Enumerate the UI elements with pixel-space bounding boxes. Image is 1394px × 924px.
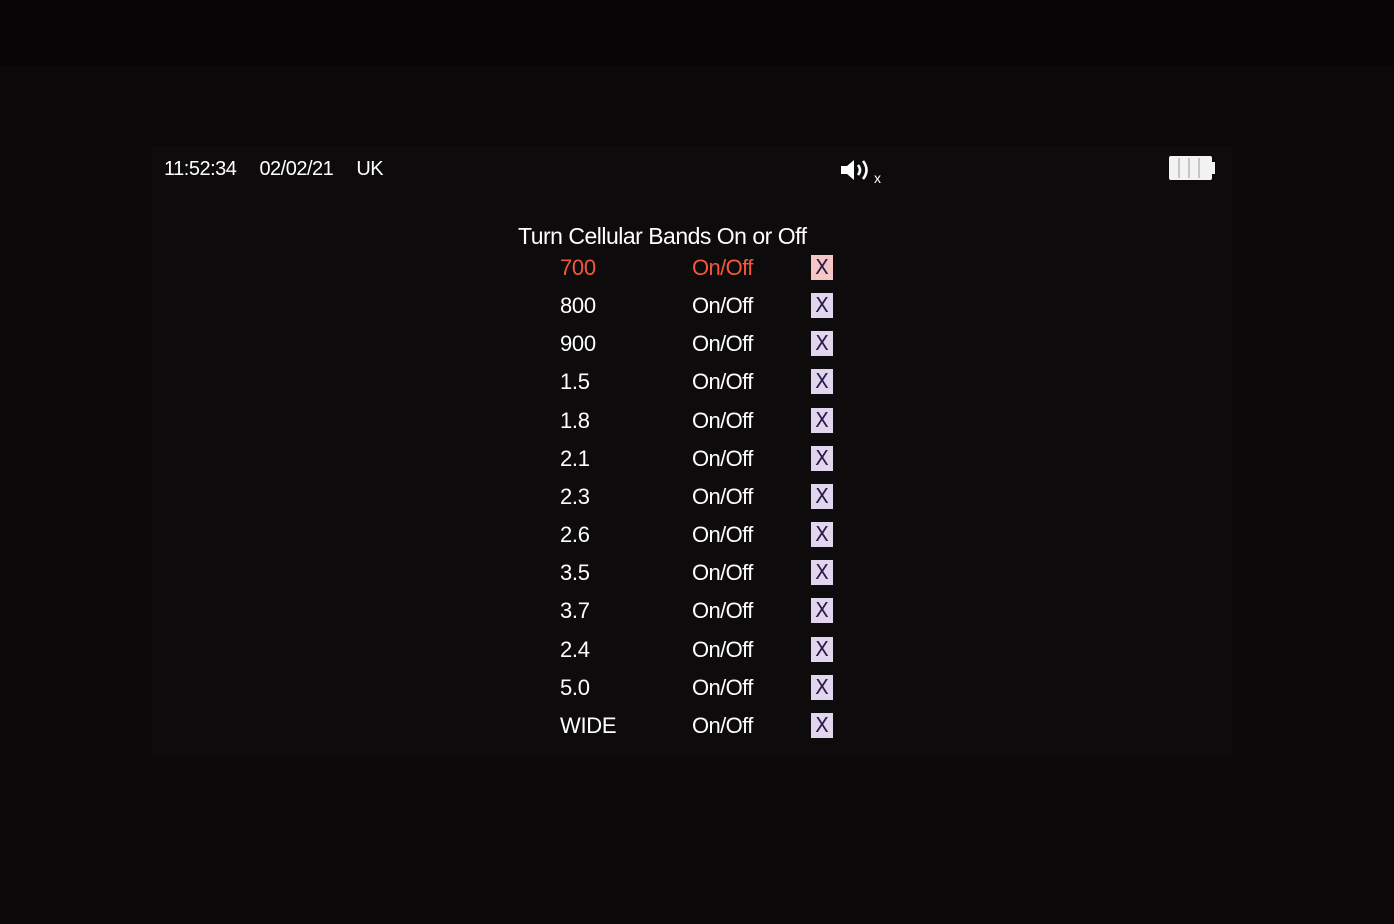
band-checkbox[interactable]: X [811,522,833,548]
band-label: WIDE [560,712,617,738]
band-checkbox[interactable]: X [811,369,833,395]
band-toggle[interactable]: On/Off [692,674,753,702]
band-label: 3.7 [560,598,590,624]
band-row[interactable]: 800 On/Off X [0,292,1394,330]
device-frame: 11:52:34 02/02/21 UK x Turn Cellular Ban… [0,0,1394,924]
band-list: 700 On/Off X 800 On/Off X 900 On/Off X 1.5 On/Off X… [0,0,1394,924]
band-row[interactable]: 2.1 On/Off X [0,445,1394,483]
band-checkbox[interactable]: X [811,293,833,319]
band-row[interactable]: 3.5 On/Off X [0,559,1394,597]
band-checkbox[interactable]: X [811,674,833,700]
band-checkbox[interactable]: X [811,331,833,357]
band-row[interactable]: 2.3 On/Off X [0,483,1394,521]
band-toggle[interactable]: On/Off [692,254,753,282]
band-row[interactable]: 2.6 On/Off X [0,521,1394,559]
band-toggle[interactable]: On/Off [692,368,753,396]
band-row[interactable]: 700 On/Off X [0,254,1394,292]
band-toggle[interactable]: On/Off [692,330,753,358]
band-row[interactable]: 1.5 On/Off X [0,368,1394,406]
band-row[interactable]: 2.4 On/Off X [0,636,1394,674]
band-toggle[interactable]: On/Off [692,445,753,473]
band-row[interactable]: 900 On/Off X [0,330,1394,368]
band-label: 5.0 [560,674,590,700]
band-label: 2.4 [560,636,590,662]
band-toggle[interactable]: On/Off [692,483,753,511]
band-toggle[interactable]: On/Off [692,521,753,549]
band-label: 900 [560,331,596,357]
band-label: 700 [560,255,596,280]
band-toggle[interactable]: On/Off [692,407,753,435]
band-toggle[interactable]: On/Off [692,597,753,625]
band-checkbox[interactable]: X [811,560,833,586]
band-checkbox[interactable]: X [811,483,833,509]
band-label: 3.5 [560,560,590,586]
band-label: 1.8 [560,407,590,433]
band-checkbox[interactable]: X [811,636,833,662]
band-label: 1.5 [560,369,590,395]
band-label: 800 [560,293,596,319]
band-label: 2.3 [560,483,590,509]
band-toggle[interactable]: On/Off [692,712,753,740]
band-row[interactable]: 1.8 On/Off X [0,407,1394,445]
band-row[interactable]: 3.7 On/Off X [0,597,1394,635]
band-label: 2.1 [560,445,590,471]
band-checkbox[interactable]: X [811,712,833,738]
band-checkbox[interactable]: X [811,407,833,433]
band-toggle[interactable]: On/Off [692,292,753,320]
band-checkbox[interactable]: X [811,598,833,624]
band-toggle[interactable]: On/Off [692,636,753,664]
band-toggle[interactable]: On/Off [692,559,753,587]
band-checkbox[interactable]: X [811,445,833,471]
band-row[interactable]: 5.0 On/Off X [0,674,1394,712]
band-checkbox[interactable]: X [811,255,833,280]
band-label: 2.6 [560,522,590,548]
band-row[interactable]: WIDE On/Off X [0,712,1394,750]
